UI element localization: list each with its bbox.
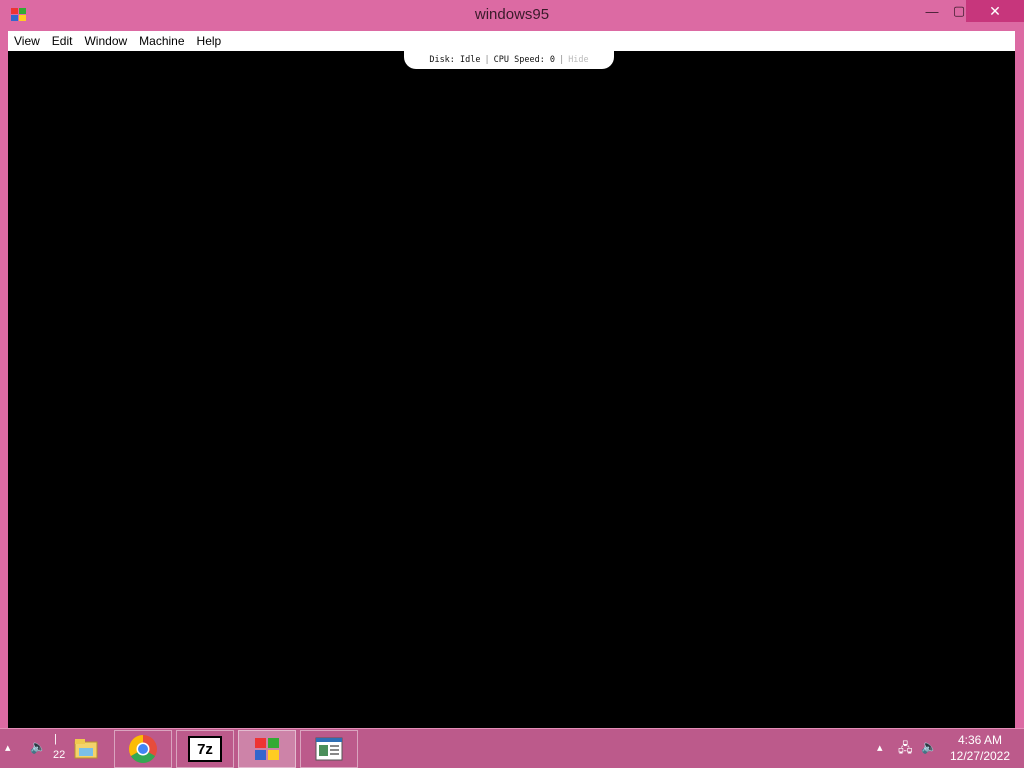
app-window: windows95 — ▢ ✕ View Edit Window Machine… [0,0,1024,730]
clock-date: 12/27/2022 [949,749,1011,763]
chrome-icon [129,735,157,763]
emulator-screen[interactable] [8,51,1015,728]
hide-status-link[interactable]: Hide [568,55,588,65]
menu-bar: View Edit Window Machine Help [8,31,1015,51]
disk-status: Disk: Idle [429,55,481,65]
chrome-button[interactable] [114,730,172,768]
7zip-button[interactable]: 7z [176,730,234,768]
tray-divider: | [54,733,57,745]
close-button[interactable]: ✕ [966,0,1024,22]
7zip-icon: 7z [188,736,222,762]
menu-edit[interactable]: Edit [46,31,79,51]
minimize-button[interactable]: — [918,0,946,22]
cpu-speed: CPU Speed: 0 [493,55,556,65]
tray-count: 22 [53,749,66,761]
window-title: windows95 [474,6,550,23]
menu-window[interactable]: Window [78,31,133,51]
separator: | [559,55,565,65]
file-explorer-icon [74,739,98,759]
show-hidden-icons-arrow-icon[interactable]: ▴ [5,741,11,754]
menu-help[interactable]: Help [191,31,228,51]
document-window-button[interactable] [300,730,358,768]
volume-icon[interactable]: 🔈 [30,739,46,755]
title-bar[interactable]: windows95 — ▢ ✕ [0,0,1024,31]
clock-time: 4:36 AM [957,733,1003,747]
speaker-icon[interactable]: 🔈 [921,739,937,755]
windows95-icon [255,738,279,760]
tray-overflow-arrow-icon[interactable]: ▴ [877,741,883,754]
status-bar: Disk: Idle | CPU Speed: 0 | Hide [404,51,614,69]
network-icon[interactable]: 🖧 [898,739,913,761]
windows95-taskbar-button[interactable] [238,730,296,768]
clock[interactable]: 4:36 AM 12/27/2022 [948,732,1012,764]
file-explorer-button[interactable] [66,730,106,768]
separator: | [484,55,490,65]
document-window-icon [315,737,343,761]
menu-view[interactable]: View [8,31,46,51]
menu-machine[interactable]: Machine [133,31,190,51]
